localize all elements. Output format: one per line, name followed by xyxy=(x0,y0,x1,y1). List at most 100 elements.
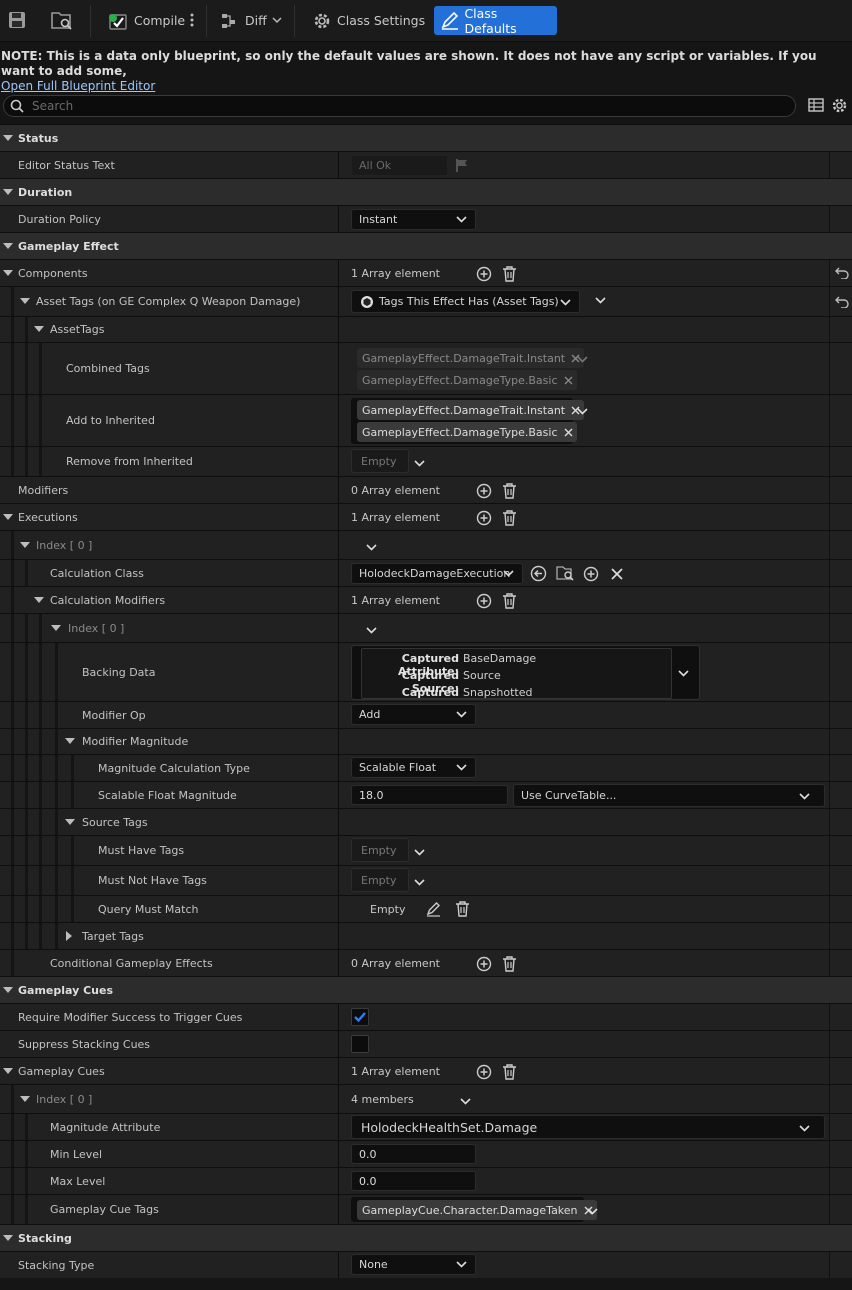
row-editor-status-text: Editor Status Text All Ok xyxy=(0,151,852,178)
open-full-editor-link[interactable]: Open Full Blueprint Editor xyxy=(1,79,155,93)
collapse-arrow-icon[interactable] xyxy=(34,587,44,613)
collapse-arrow-icon[interactable] xyxy=(65,809,75,835)
property-label: Must Have Tags xyxy=(98,844,185,857)
chevron-down-icon[interactable] xyxy=(414,458,425,471)
stacking-type-dropdown[interactable]: None xyxy=(351,1254,476,1275)
collapse-arrow-icon[interactable] xyxy=(20,1085,30,1113)
property-label: Target Tags xyxy=(82,929,144,943)
compile-options-icon[interactable] xyxy=(190,13,194,30)
trash-icon[interactable] xyxy=(502,483,517,502)
chevron-down-icon[interactable] xyxy=(366,625,377,638)
collapse-arrow-icon[interactable] xyxy=(20,287,30,316)
edit-icon[interactable] xyxy=(426,902,441,920)
collapse-arrow-icon[interactable] xyxy=(51,614,61,642)
tag-chip[interactable]: GameplayEffect.DamageType.Basic xyxy=(357,422,577,442)
diff-icon xyxy=(222,13,235,28)
add-icon[interactable] xyxy=(583,566,599,585)
asset-tags-component-dropdown[interactable]: Tags This Effect Has (Asset Tags) xyxy=(351,290,580,313)
collapse-arrow-icon[interactable] xyxy=(20,531,30,559)
clear-icon[interactable] xyxy=(611,568,623,583)
details-panel: Compile Diff Class Settings Class Defaul… xyxy=(0,0,852,1290)
add-element-icon[interactable] xyxy=(476,593,492,612)
row-modifier-op: Modifier Op Add xyxy=(0,701,852,728)
collapse-arrow-icon[interactable] xyxy=(3,125,13,151)
row-calc-modifiers-index-0: Index [ 0 ] xyxy=(0,613,852,642)
chevron-down-icon[interactable] xyxy=(595,296,606,309)
property-label: Executions xyxy=(18,510,78,524)
gear-icon xyxy=(314,13,330,28)
reset-icon[interactable] xyxy=(835,267,849,282)
query-value: Empty xyxy=(370,902,406,916)
row-modifier-magnitude: Modifier Magnitude xyxy=(0,728,852,754)
trash-icon[interactable] xyxy=(502,1064,517,1083)
row-min-level: Min Level 0.0 xyxy=(0,1140,852,1167)
compile-button[interactable]: Compile xyxy=(101,6,191,35)
dropdown-value: Tags This Effect Has (Asset Tags) xyxy=(379,295,559,308)
scalable-float-input[interactable]: 18.0 xyxy=(351,785,508,805)
close-icon[interactable] xyxy=(564,428,573,437)
chevron-down-icon[interactable] xyxy=(587,1206,598,1219)
search-box[interactable]: Search xyxy=(3,95,796,117)
trash-icon[interactable] xyxy=(502,956,517,975)
modifier-op-dropdown[interactable]: Add xyxy=(351,704,476,725)
reset-icon[interactable] xyxy=(835,296,849,311)
empty-tag-container[interactable]: Empty xyxy=(351,449,409,473)
magnitude-calc-type-dropdown[interactable]: Scalable Float xyxy=(351,757,476,778)
min-level-input[interactable]: 0.0 xyxy=(351,1144,476,1164)
suppress-stacking-checkbox[interactable] xyxy=(351,1035,369,1053)
chevron-down-icon[interactable] xyxy=(460,1096,471,1109)
collapse-arrow-icon[interactable] xyxy=(65,729,75,754)
class-defaults-button[interactable]: Class Defaults xyxy=(434,6,557,36)
require-modifier-success-checkbox[interactable] xyxy=(351,1008,369,1026)
save-icon[interactable] xyxy=(8,11,26,32)
class-settings-button[interactable]: Class Settings xyxy=(306,6,431,35)
curve-table-dropdown[interactable]: Use CurveTable... xyxy=(513,784,825,807)
max-level-input[interactable]: 0.0 xyxy=(351,1171,476,1191)
category-status[interactable]: Status xyxy=(0,124,852,151)
collapse-arrow-icon[interactable] xyxy=(3,233,13,259)
chevron-down-icon[interactable] xyxy=(414,877,425,890)
collapse-arrow-icon[interactable] xyxy=(34,317,44,342)
add-element-icon[interactable] xyxy=(476,1064,492,1083)
chevron-down-icon[interactable] xyxy=(577,406,588,419)
category-duration[interactable]: Duration xyxy=(0,178,852,205)
category-stacking[interactable]: Stacking xyxy=(0,1224,852,1251)
tag-chip[interactable]: GameplayCue.Character.DamageTaken xyxy=(357,1200,597,1220)
duration-policy-dropdown[interactable]: Instant xyxy=(351,209,476,230)
add-element-icon[interactable] xyxy=(476,510,492,529)
use-selected-icon[interactable] xyxy=(530,565,547,585)
trash-icon[interactable] xyxy=(502,510,517,529)
property-label: Modifiers xyxy=(18,483,69,497)
empty-tag-container[interactable]: Empty xyxy=(351,838,409,862)
calculation-class-dropdown[interactable]: HolodeckDamageExecution xyxy=(351,563,523,584)
add-element-icon[interactable] xyxy=(476,266,492,285)
trash-icon[interactable] xyxy=(502,266,517,285)
backing-data-dropdown[interactable]: Captured Attribute: BaseDamage Captured … xyxy=(351,645,700,712)
class-settings-label: Class Settings xyxy=(337,13,426,28)
table-view-icon[interactable] xyxy=(808,97,824,116)
settings-gear-icon[interactable] xyxy=(831,97,848,117)
browse-icon[interactable] xyxy=(556,565,574,585)
browse-icon[interactable] xyxy=(51,11,73,34)
row-require-modifier-success: Require Modifier Success to Trigger Cues xyxy=(0,1003,852,1030)
add-element-icon[interactable] xyxy=(476,956,492,975)
chevron-down-icon[interactable] xyxy=(414,847,425,860)
diff-button[interactable]: Diff xyxy=(214,6,288,35)
category-gameplay-cues[interactable]: Gameplay Cues xyxy=(0,976,852,1003)
category-gameplay-effect[interactable]: Gameplay Effect xyxy=(0,232,852,259)
collapse-arrow-icon[interactable] xyxy=(3,260,13,286)
collapse-arrow-icon[interactable] xyxy=(3,977,13,1003)
trash-icon[interactable] xyxy=(502,593,517,612)
collapse-arrow-icon[interactable] xyxy=(3,1225,13,1251)
trash-icon[interactable] xyxy=(455,901,470,920)
collapse-arrow-icon[interactable] xyxy=(3,1058,13,1084)
magnitude-attribute-dropdown[interactable]: HolodeckHealthSet.Damage xyxy=(351,1115,825,1139)
diff-label: Diff xyxy=(245,13,267,28)
expand-arrow-icon[interactable] xyxy=(66,923,73,949)
tag-chip[interactable]: GameplayEffect.DamageTrait.Instant xyxy=(357,400,585,420)
collapse-arrow-icon[interactable] xyxy=(3,179,13,205)
collapse-arrow-icon[interactable] xyxy=(3,504,13,530)
empty-tag-container[interactable]: Empty xyxy=(351,868,409,892)
chevron-down-icon[interactable] xyxy=(366,542,377,555)
add-element-icon[interactable] xyxy=(476,483,492,502)
